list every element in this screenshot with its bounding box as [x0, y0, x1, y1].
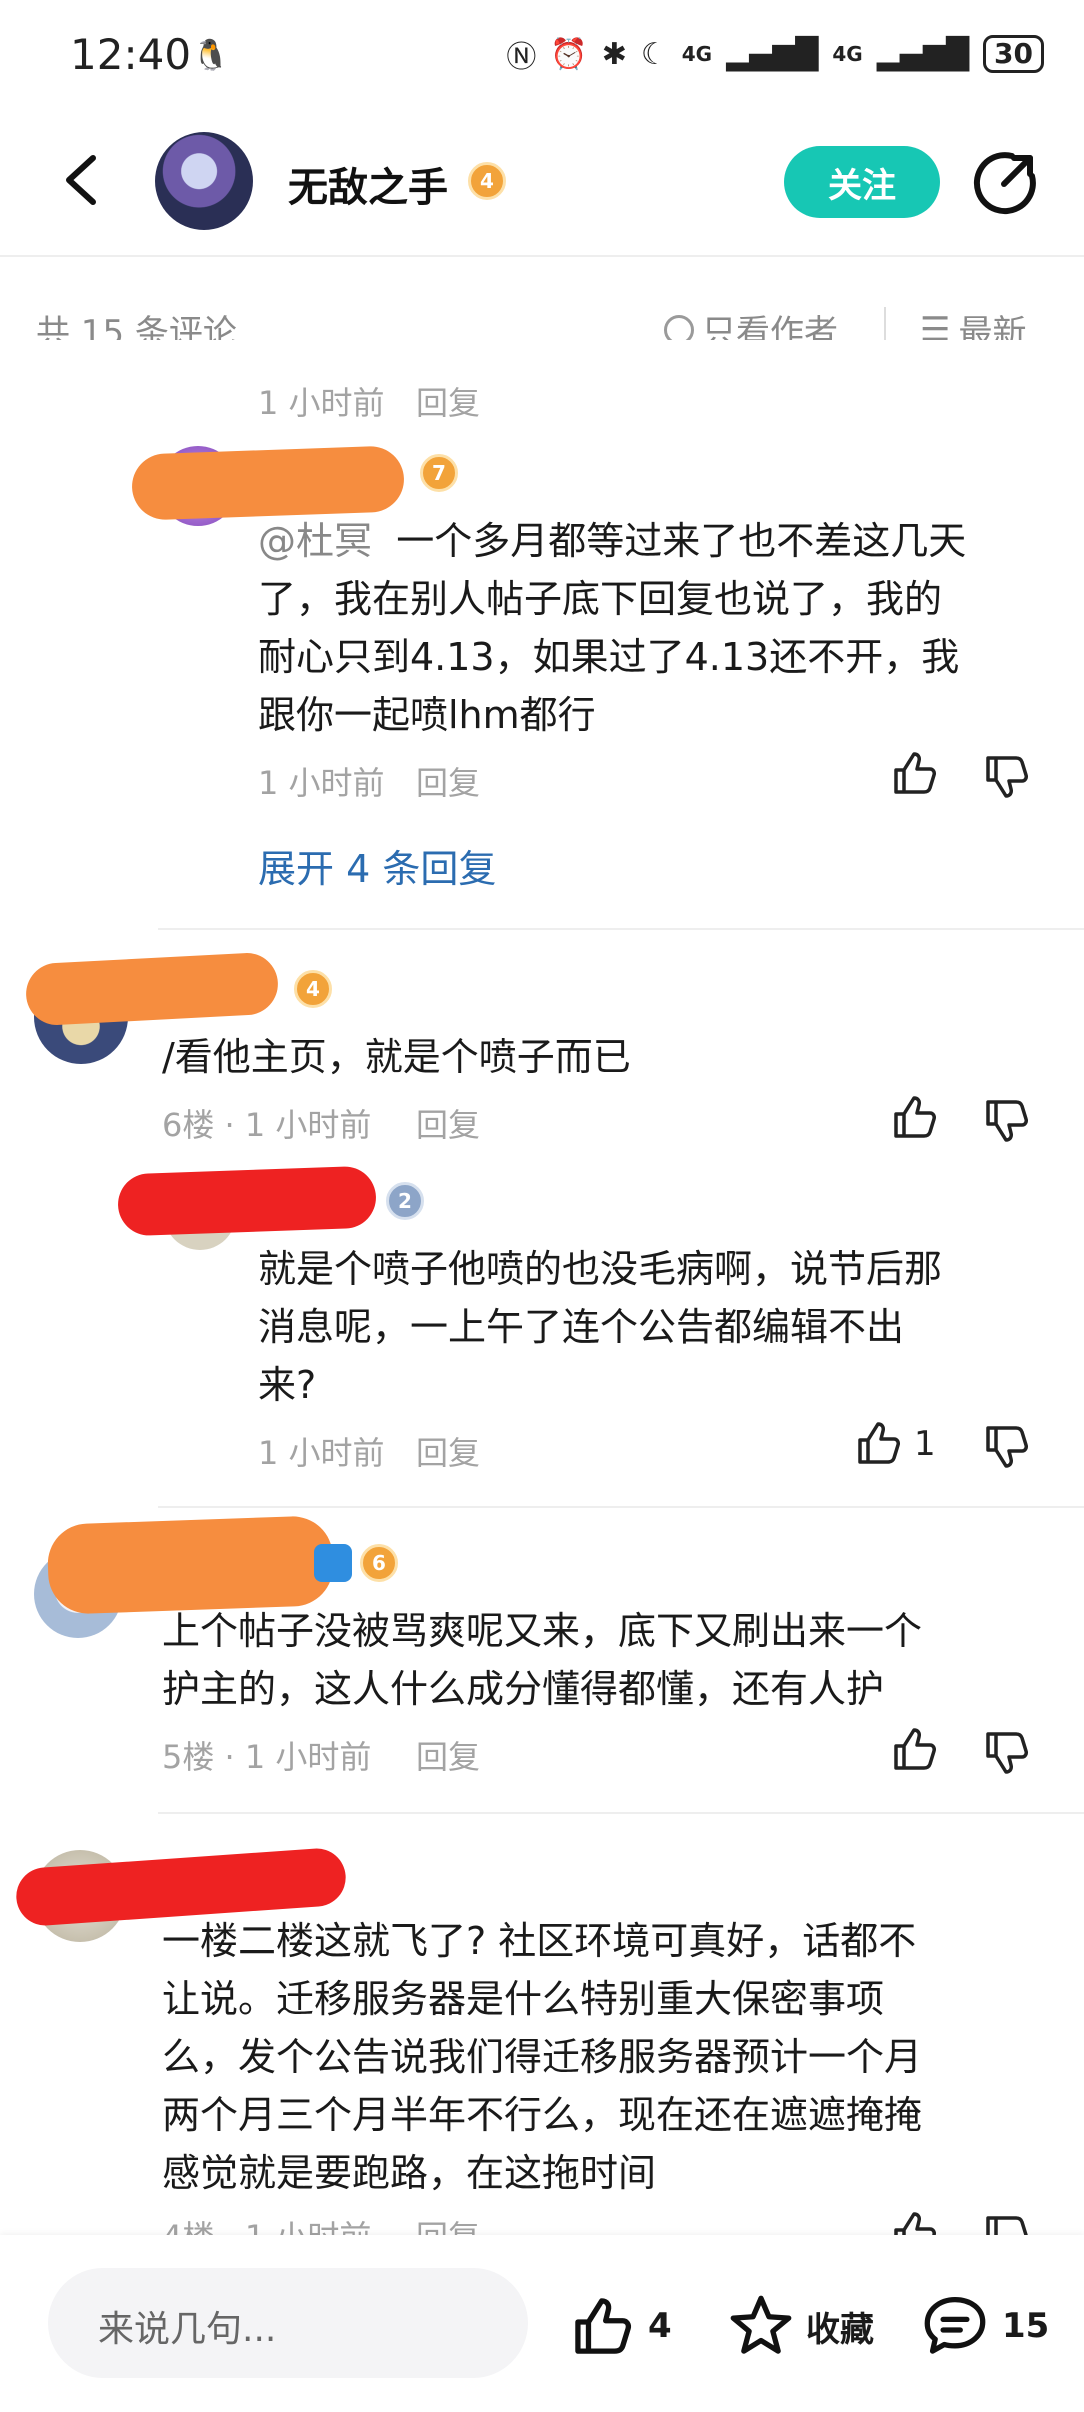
mention-link[interactable]: @杜冥 [258, 519, 372, 563]
dislike-icon[interactable] [982, 1728, 1032, 1778]
redacted-username [116, 1165, 378, 1237]
redacted-username [24, 951, 280, 1027]
comment-time: 1 小时前 [258, 1434, 385, 1472]
signal-2-icon: ▂▄▆█ [876, 36, 970, 72]
like-icon[interactable] [890, 748, 940, 798]
star-icon [730, 2295, 792, 2354]
scroll-mask [0, 340, 1084, 370]
dislike-icon[interactable] [982, 752, 1032, 802]
comment-time: 1 小时前 [258, 764, 385, 802]
comment-divider [158, 1506, 1084, 1508]
author-avatar[interactable] [155, 132, 253, 230]
post-like-button[interactable]: 4 [570, 2293, 672, 2359]
redacted-username [130, 445, 406, 521]
comments-button[interactable]: 15 [920, 2293, 1049, 2359]
bottom-action-bar: 来说几句... 4 收藏 15 [0, 2235, 1084, 2412]
signal-1-label: 4G [681, 42, 713, 66]
like-icon[interactable] [890, 1724, 940, 1774]
comment-filter-bar: 共 15 条评论 只看作者 ☰ 最新 [0, 255, 1084, 395]
user-level-badge: 6 [360, 1544, 398, 1582]
status-icons: Ⓝ ⏰ ✱ ☾ 4G ▂▄▆█ 4G ▂▄▆█ 30 [506, 32, 1044, 76]
bluetooth-icon: ✱ [601, 36, 627, 72]
collect-button[interactable]: 收藏 [728, 2293, 874, 2359]
badge-icon [314, 1544, 352, 1582]
qq-icon: 🐧 [192, 38, 230, 73]
comment-text: 一楼二楼这就飞了? 社区环境可真好，话都不 让说。迁移服务器是什么特别重大保密事… [162, 1919, 923, 2195]
comment-floor-time: 5楼 · 1 小时前 [162, 1738, 372, 1776]
dislike-icon[interactable] [982, 1422, 1032, 1472]
partial-reply-button[interactable]: 回复 [416, 378, 480, 424]
comment-text: /看他主页，就是个喷子而已 [162, 1035, 631, 1079]
reply-button[interactable]: 回复 [416, 1428, 480, 1474]
post-like-count: 4 [648, 2306, 672, 2346]
status-time: 12:40 [70, 30, 192, 79]
moon-icon: ☾ [640, 36, 668, 72]
signal-2-label: 4G [832, 42, 863, 66]
alarm-icon: ⏰ [550, 36, 588, 72]
comment-divider [158, 1812, 1084, 1814]
reply-button[interactable]: 回复 [416, 1100, 480, 1146]
nfc-icon: Ⓝ [506, 40, 537, 75]
dislike-icon[interactable] [982, 1096, 1032, 1146]
status-bar: 12:40 🐧 Ⓝ ⏰ ✱ ☾ 4G ▂▄▆█ 4G ▂▄▆█ 30 [0, 0, 1084, 110]
reply-button[interactable]: 回复 [416, 1732, 480, 1778]
like-icon [575, 2298, 632, 2354]
comment-text: @杜冥 一个多月都等过来了也不差这几天 了，我在别人帖子底下回复也说了，我的 耐… [258, 519, 967, 737]
reply-button[interactable]: 回复 [416, 758, 480, 804]
like-icon[interactable] [854, 1418, 904, 1468]
comment-text: 上个帖子没被骂爽呢又来，底下又刷出来一个 护主的，这人什么成分懂得都懂，还有人护 [162, 1609, 923, 1711]
like-icon[interactable] [890, 1092, 940, 1142]
comment-divider [158, 928, 1084, 930]
comment-count-bottom: 15 [1002, 2306, 1050, 2346]
user-level-badge: 2 [386, 1182, 424, 1220]
follow-button[interactable]: 关注 [784, 146, 940, 218]
redacted-username [46, 1515, 335, 1615]
signal-1-icon: ▂▄▆█ [726, 36, 819, 72]
collect-label: 收藏 [806, 2309, 874, 2350]
filter-divider [884, 307, 886, 343]
partial-meta-time: 1 小时前 [258, 384, 385, 422]
share-icon[interactable] [972, 150, 1038, 216]
battery-indicator: 30 [983, 35, 1044, 73]
user-level-badge: 4 [294, 970, 332, 1008]
author-level-badge: 4 [468, 162, 506, 200]
like-count: 1 [914, 1424, 936, 1464]
comment-input-placeholder: 来说几句... [98, 2309, 277, 2350]
comment-input[interactable]: 来说几句... [48, 2268, 528, 2378]
expand-replies-link[interactable]: 展开 4 条回复 [258, 838, 496, 893]
author-name[interactable]: 无敌之手 [288, 155, 448, 213]
back-arrow-icon[interactable] [55, 150, 115, 210]
user-level-badge: 7 [420, 454, 458, 492]
post-header: 无敌之手 4 关注 [0, 110, 1084, 257]
comment-bubble-icon [924, 2296, 986, 2354]
comment-text: 就是个喷子他喷的也没毛病啊，说节后那 消息呢，一上午了连个公告都编辑不出 来? [258, 1247, 943, 1407]
comment-floor-time: 6楼 · 1 小时前 [162, 1106, 372, 1144]
